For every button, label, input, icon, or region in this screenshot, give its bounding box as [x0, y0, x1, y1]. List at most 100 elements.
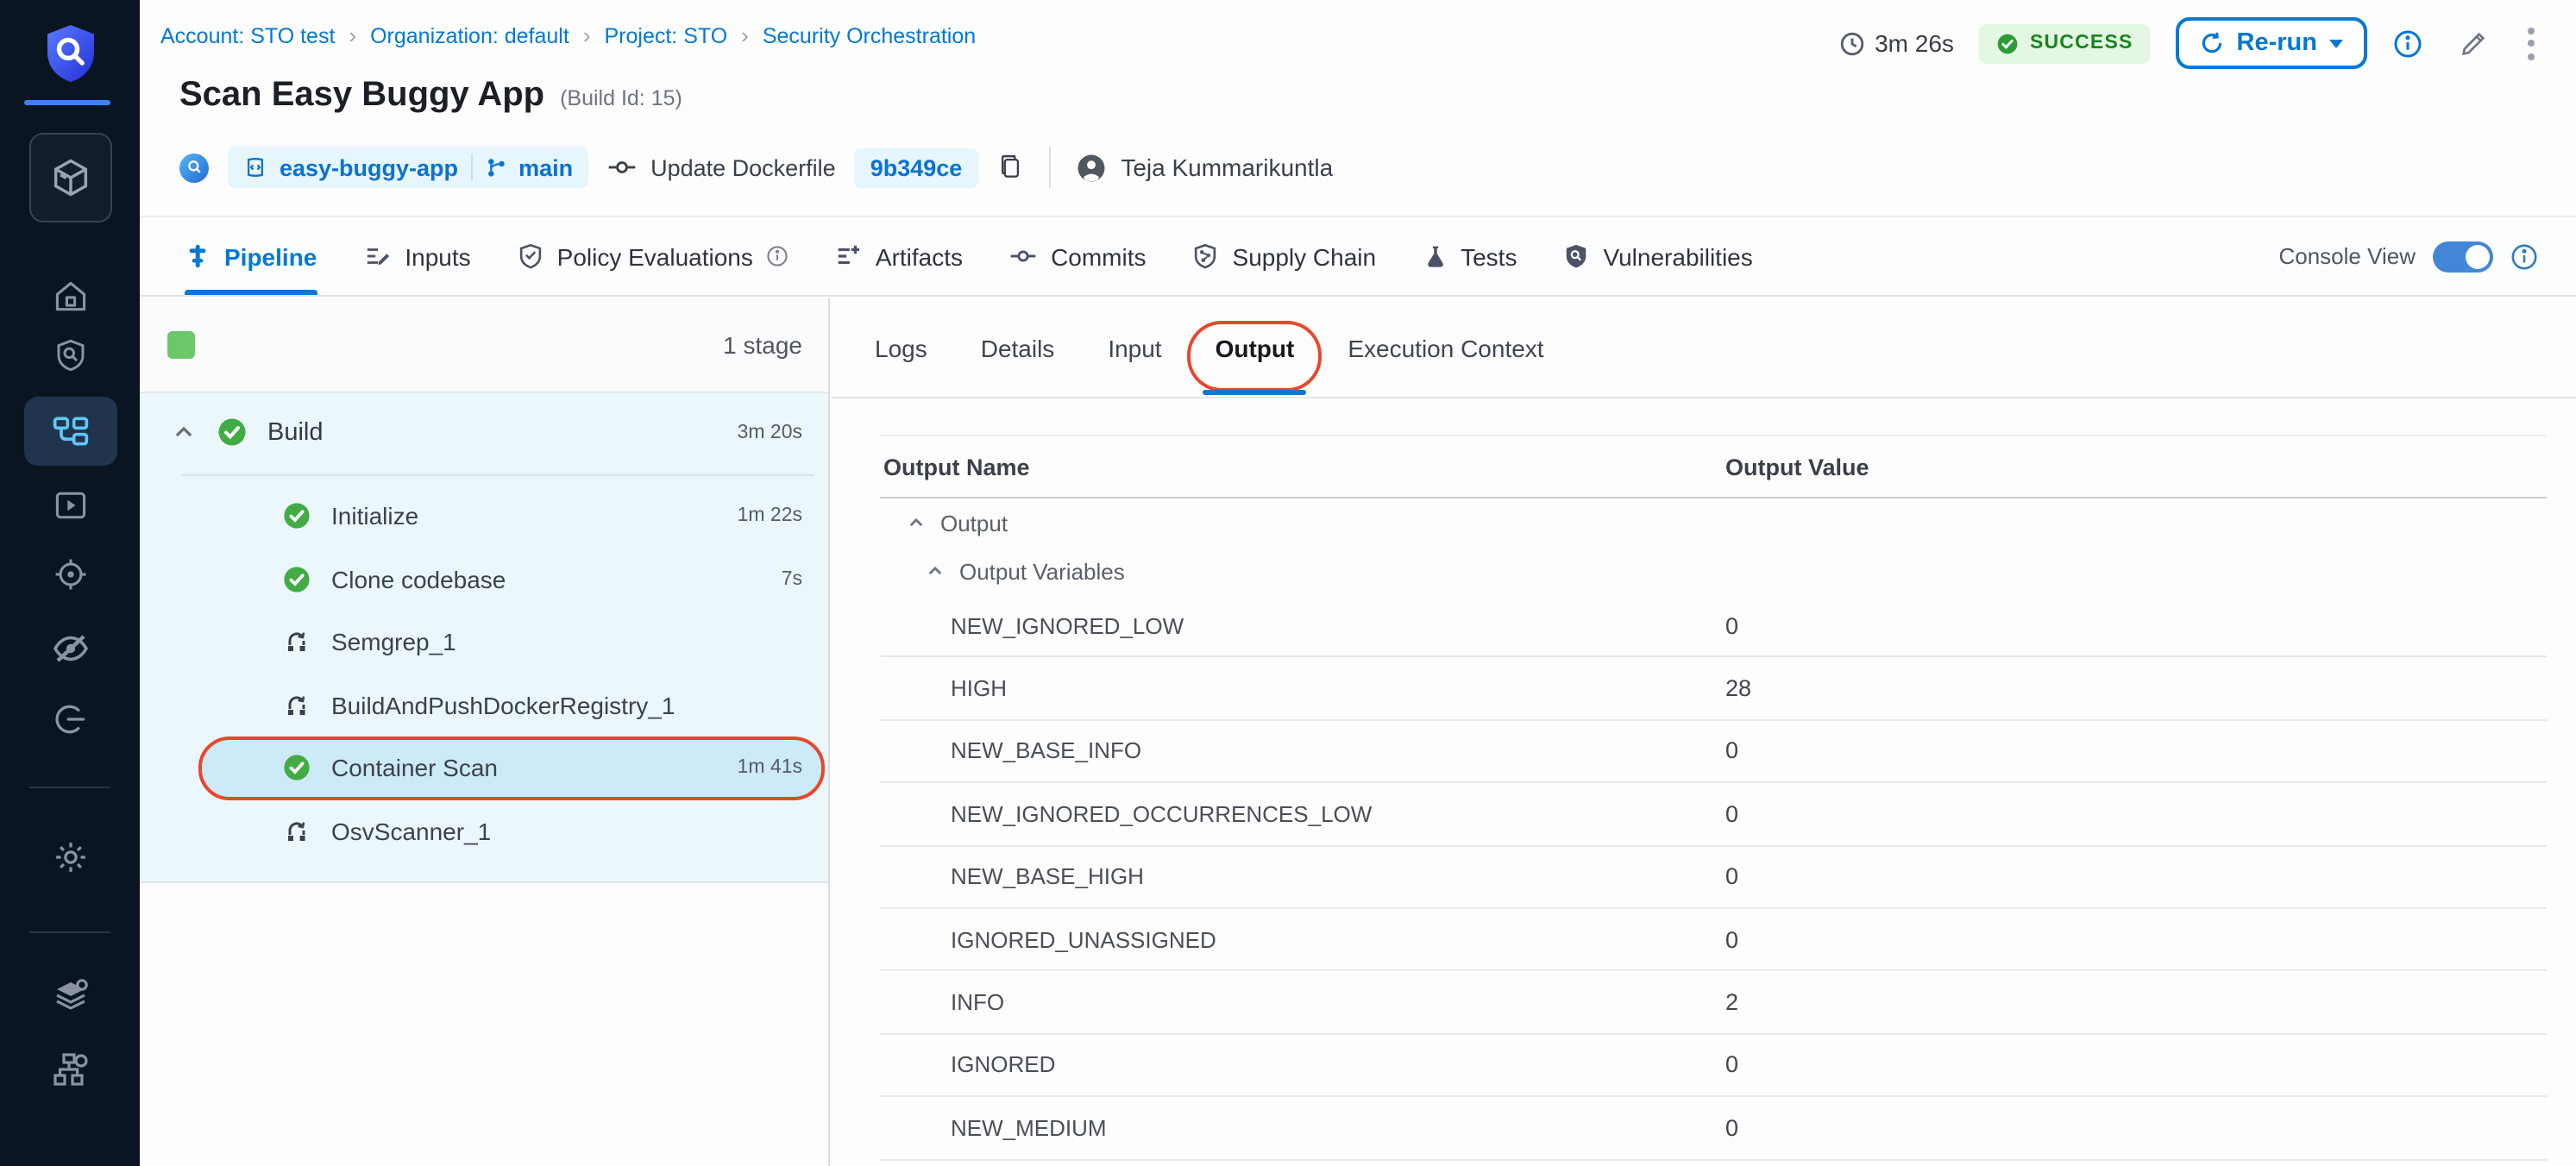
tab-inputs[interactable]: Inputs — [363, 217, 470, 295]
output-name: NEW_IGNORED_LOW — [951, 612, 1184, 638]
tab-tests[interactable]: Tests — [1423, 217, 1517, 295]
layers-settings-icon[interactable] — [49, 976, 91, 1018]
tab-artifacts[interactable]: Artifacts — [836, 217, 963, 295]
tab-pipeline[interactable]: Pipeline — [185, 217, 317, 295]
step-name: Initialize — [331, 503, 418, 530]
group-label: Output — [940, 510, 1008, 536]
breadcrumb-project[interactable]: Project: STO — [605, 23, 728, 47]
output-variables-table: Output Name Output Value Output Outpu — [880, 435, 2547, 1160]
header-actions: 3m 26s SUCCESS Re-run — [1838, 17, 2538, 69]
branch-name[interactable]: main — [518, 154, 573, 180]
execution-duration: 3m 26s — [1838, 29, 1954, 57]
home-icon[interactable] — [51, 278, 89, 316]
step-row-semgrep[interactable]: Semgrep_1 — [140, 611, 828, 674]
output-value: 0 — [1725, 1115, 1738, 1141]
step-row-initialize[interactable]: Initialize 1m 22s — [140, 485, 828, 548]
loop-step-icon — [283, 629, 311, 656]
shield-search-icon[interactable] — [52, 337, 88, 373]
step-row-container-scan-selected[interactable]: Container Scan 1m 41s — [140, 737, 828, 799]
table-row: NEW_IGNORED_LOW 0 — [880, 595, 2547, 658]
tab-details[interactable]: Details — [981, 298, 1055, 397]
group-row-output[interactable]: Output — [880, 498, 2547, 547]
edit-pencil-icon[interactable] — [2459, 28, 2488, 58]
output-name: INFO — [951, 989, 1004, 1015]
tab-output-active[interactable]: Output — [1216, 298, 1295, 397]
policy-shield-icon — [518, 243, 543, 269]
breadcrumb-organization[interactable]: Organization: default — [370, 23, 569, 47]
step-name: Container Scan — [331, 755, 498, 782]
step-name: OsvScanner_1 — [331, 818, 491, 845]
table-row: NEW_BASE_INFO 0 — [880, 721, 2547, 784]
copy-icon[interactable] — [996, 154, 1022, 181]
success-check-icon — [283, 566, 311, 593]
table-row: NEW_MEDIUM 0 — [880, 1097, 2547, 1160]
inputs-icon — [363, 243, 391, 269]
tab-vulnerabilities[interactable]: Vulnerabilities — [1563, 217, 1752, 295]
executions-icon[interactable] — [51, 486, 89, 524]
flask-icon — [1423, 243, 1447, 269]
account-settings-icon[interactable] — [49, 1049, 91, 1090]
loop-step-icon — [283, 692, 311, 719]
title-row: Scan Easy Buggy App (Build Id: 15) — [179, 76, 682, 116]
console-view-cluster: Console View — [2278, 241, 2576, 272]
breadcrumb-separator: › — [741, 22, 749, 48]
meta-divider — [1048, 147, 1050, 188]
pipeline-icon — [185, 243, 210, 269]
info-icon[interactable] — [2510, 242, 2538, 270]
pipeline-nodes-icon — [49, 412, 91, 450]
sto-shield-logo-icon[interactable] — [39, 21, 101, 86]
breadcrumb-module[interactable]: Security Orchestration — [763, 23, 976, 47]
stage-summary-strip: 1 stage — [140, 298, 828, 393]
repo-branch-chip[interactable]: easy-buggy-app main — [228, 147, 588, 188]
tab-policy-evaluations[interactable]: Policy Evaluations — [518, 217, 789, 295]
commit-message-item[interactable]: Update Dockerfile — [607, 154, 836, 180]
output-name: NEW_BASE_INFO — [951, 738, 1141, 764]
console-view-toggle[interactable] — [2433, 241, 2493, 272]
cube-icon — [47, 155, 92, 200]
step-duration: 7s — [782, 569, 802, 590]
output-value: 0 — [1725, 738, 1738, 764]
settings-gear-icon[interactable] — [50, 837, 90, 877]
rerun-button[interactable]: Re-run — [2177, 17, 2367, 69]
stage-row-build[interactable]: Build 3m 20s — [140, 393, 828, 471]
author-item: Teja Kummarikuntla — [1076, 153, 1333, 182]
output-value: 2 — [1725, 989, 1738, 1015]
step-row-osv-scanner[interactable]: OsvScanner_1 — [140, 799, 828, 862]
author-name: Teja Kummarikuntla — [1121, 154, 1333, 181]
commit-icon — [607, 155, 637, 179]
commit-sha-chip[interactable]: 9b349ce — [855, 147, 978, 187]
chip-divider — [470, 154, 472, 181]
power-icon[interactable] — [51, 700, 89, 738]
main-area: Account: STO test › Organization: defaul… — [140, 0, 2576, 1166]
info-icon — [767, 245, 789, 267]
build-stage-group: Build 3m 20s Initialize 1m 22s — [140, 393, 828, 883]
chevron-up-icon — [908, 514, 925, 531]
module-selector-button[interactable] — [28, 133, 111, 223]
step-row-build-and-push[interactable]: BuildAndPushDockerRegistry_1 — [140, 674, 828, 737]
target-icon[interactable] — [51, 555, 89, 593]
stage-count: 1 stage — [723, 331, 802, 359]
step-row-clone-codebase[interactable]: Clone codebase 7s — [140, 548, 828, 611]
more-options-kebab-icon[interactable] — [2524, 23, 2538, 63]
table-row: NEW_BASE_HIGH 0 — [880, 846, 2547, 909]
step-name: Clone codebase — [331, 566, 506, 593]
execution-header: Account: STO test › Organization: defaul… — [140, 0, 2576, 217]
sidebar-accent-divider — [24, 100, 110, 105]
breadcrumb-account[interactable]: Account: STO test — [160, 23, 335, 47]
tab-input[interactable]: Input — [1108, 298, 1161, 397]
tab-execution-context[interactable]: Execution Context — [1348, 298, 1543, 397]
page-title: Scan Easy Buggy App — [179, 76, 544, 116]
tab-supply-chain[interactable]: Supply Chain — [1193, 217, 1377, 295]
eye-off-icon[interactable] — [49, 628, 91, 669]
check-circle-icon — [1997, 32, 2020, 54]
tab-logs[interactable]: Logs — [875, 298, 927, 397]
info-icon[interactable] — [2393, 28, 2422, 58]
app-window: Account: STO test › Organization: defaul… — [0, 0, 2576, 1166]
console-view-label: Console View — [2278, 243, 2416, 269]
tab-commits[interactable]: Commits — [1009, 217, 1146, 295]
sidebar-item-pipelines-active[interactable] — [23, 397, 116, 466]
repo-name[interactable]: easy-buggy-app — [280, 154, 458, 180]
stage-divider — [181, 474, 814, 476]
group-row-output-variables[interactable]: Output Variables — [880, 547, 2547, 595]
stage-name: Build — [267, 418, 324, 446]
